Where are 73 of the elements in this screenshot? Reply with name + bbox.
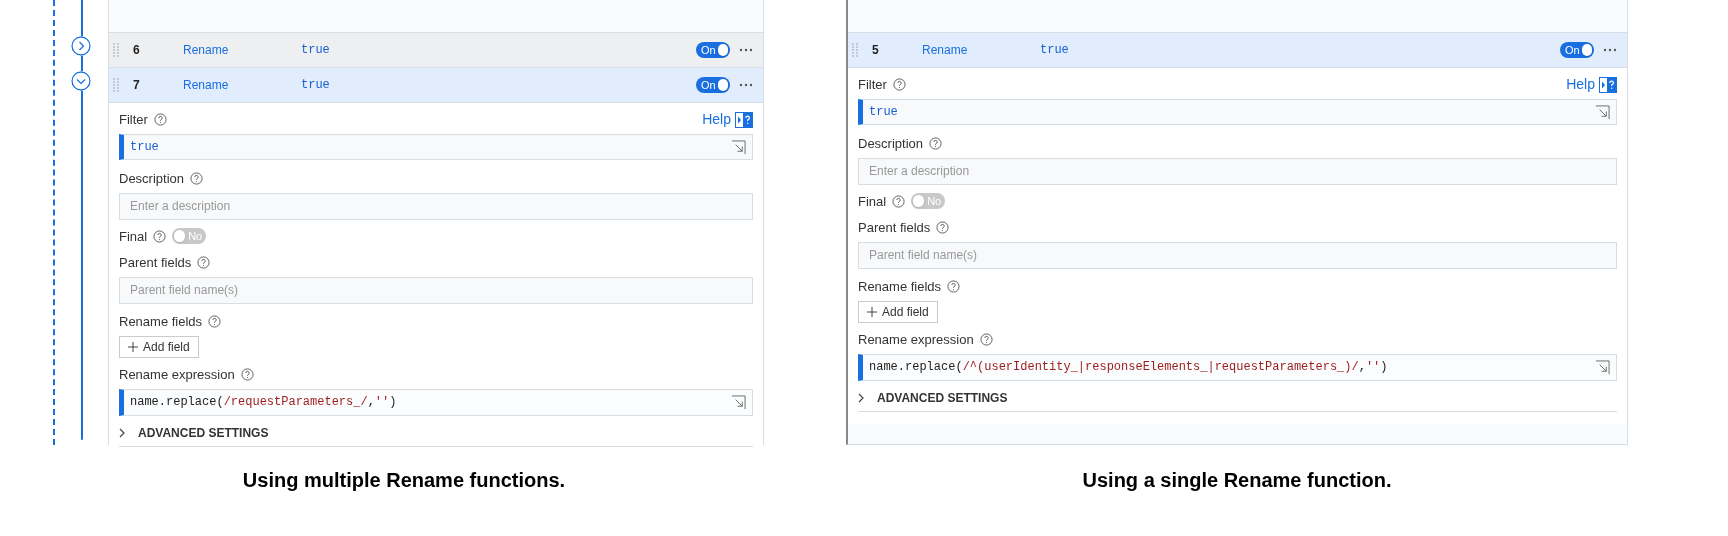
field-label: Parent fields (119, 254, 192, 272)
help-icon (208, 314, 222, 328)
function-number: 7 (133, 77, 141, 94)
filter-expression: true (1040, 42, 1070, 59)
caption: Using a single Rename function. (1082, 468, 1392, 493)
chevron-right-icon (858, 392, 865, 403)
field-label: Description (858, 135, 924, 153)
parent-fields-field[interactable]: Parent field name(s) (119, 276, 753, 304)
help-icon (892, 194, 906, 208)
caption: Using multiple Rename functions. (242, 468, 566, 493)
field-label: Rename expression (119, 366, 235, 384)
help-icon (190, 172, 204, 186)
advanced-settings-toggle[interactable]: ADVANCED SETTINGS (858, 388, 1617, 412)
help-icon (947, 279, 961, 293)
help-icon (153, 229, 167, 243)
help-icon (153, 113, 167, 126)
field-label: Rename expression (858, 331, 974, 349)
more-icon[interactable] (1603, 48, 1617, 52)
chevron-right-icon (119, 427, 126, 438)
plus-icon (867, 307, 877, 317)
drag-handle-icon[interactable] (113, 78, 119, 92)
function-row[interactable]: 7 Rename true On (109, 68, 763, 103)
help-icon (929, 137, 943, 151)
help-icon (892, 78, 906, 91)
help-icon (936, 221, 950, 235)
field-label: Description (119, 170, 185, 188)
toggle-switch[interactable]: On (696, 77, 730, 93)
function-name[interactable]: Rename (183, 76, 301, 94)
expand-icon[interactable] (1595, 359, 1610, 375)
function-row[interactable]: 5 Rename true On (848, 33, 1627, 68)
parent-fields-field[interactable]: Parent field name(s) (858, 241, 1617, 269)
field-label: Filter (119, 110, 148, 129)
help-panel-icon (1599, 76, 1617, 93)
add-field-button[interactable]: Add field (858, 301, 938, 323)
more-icon[interactable] (739, 48, 753, 52)
function-number: 5 (872, 42, 880, 59)
chevron-down-icon[interactable] (71, 71, 91, 91)
field-label: Rename fields (858, 277, 942, 296)
expand-icon[interactable] (1595, 104, 1610, 120)
drag-handle-icon[interactable] (852, 43, 858, 57)
filter-field[interactable]: true (119, 134, 753, 160)
help-icon (197, 256, 211, 270)
more-icon[interactable] (739, 83, 753, 87)
help-icon (979, 333, 993, 347)
field-label: Parent fields (858, 219, 931, 237)
function-name[interactable]: Rename (183, 41, 301, 59)
expand-icon[interactable] (731, 139, 746, 155)
field-label: Final (119, 227, 148, 246)
filter-expression: true (301, 42, 331, 59)
expression-field[interactable]: name.replace(/requestParameters_/,'') (119, 388, 753, 416)
filter-field[interactable]: true (858, 99, 1617, 125)
function-number: 6 (133, 42, 141, 59)
drag-handle-icon[interactable] (113, 43, 119, 57)
function-row[interactable]: 6 Rename true On (109, 33, 763, 68)
help-link[interactable]: Help (1566, 74, 1617, 95)
help-icon (240, 368, 254, 382)
expression-field[interactable]: name.replace(/^(userIdentity_|responseElements_|requestParameters_)/,'') (858, 353, 1617, 381)
function-name[interactable]: Rename (922, 41, 1040, 59)
help-panel-icon (735, 111, 753, 128)
field-label: Final (858, 192, 887, 211)
field-label: Filter (858, 75, 887, 94)
description-field[interactable]: Enter a description (858, 157, 1617, 185)
chevron-right-icon[interactable] (71, 36, 91, 56)
help-link[interactable]: Help (702, 109, 753, 130)
field-label: Rename fields (119, 312, 203, 331)
filter-expression: true (301, 77, 331, 94)
add-field-button[interactable]: Add field (119, 336, 199, 358)
advanced-settings-toggle[interactable]: ADVANCED SETTINGS (119, 423, 753, 447)
expand-icon[interactable] (731, 394, 746, 410)
toggle-switch[interactable]: On (696, 42, 730, 58)
description-field[interactable]: Enter a description (119, 192, 753, 220)
toggle-switch[interactable]: On (1560, 42, 1594, 58)
plus-icon (128, 342, 138, 352)
